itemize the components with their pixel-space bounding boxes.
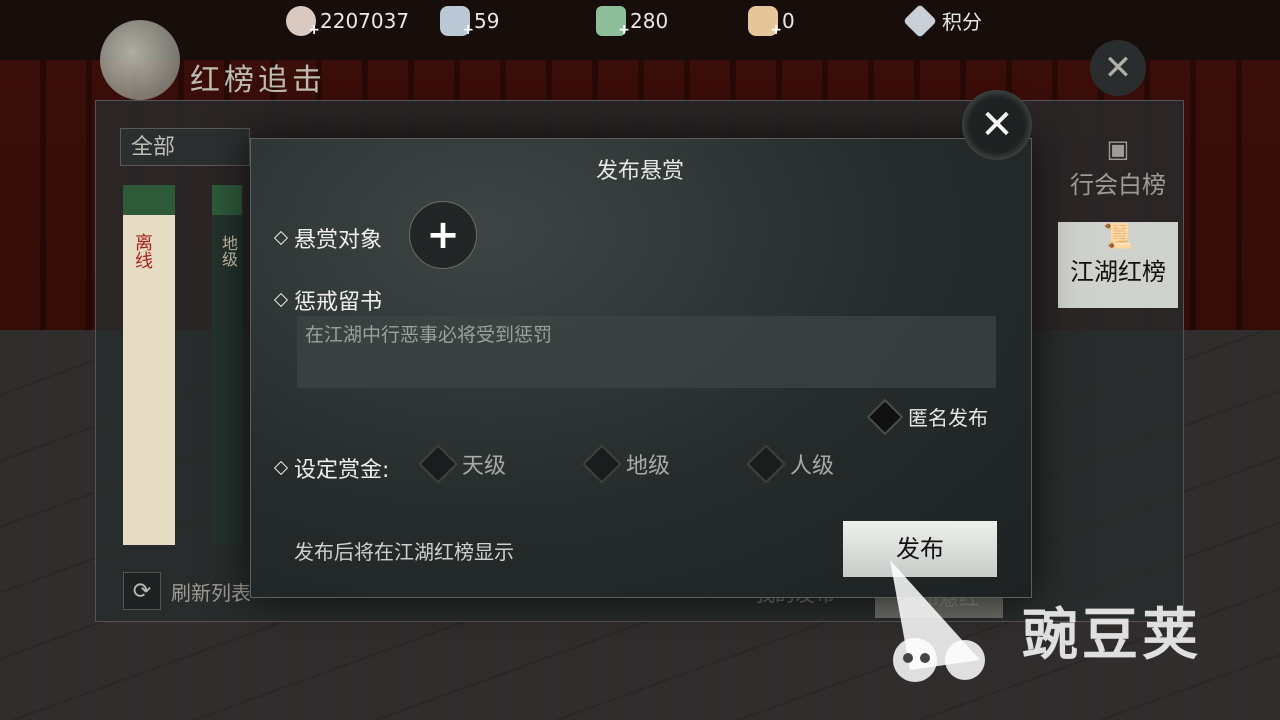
card-status-text: 离线 [132,233,153,269]
coin-icon: + [286,6,320,38]
scroll-icon: 📜 [1103,222,1133,250]
checkbox-icon [582,444,622,484]
checkbox-icon [746,444,786,484]
tier-option-human[interactable]: 人级 [746,444,835,484]
message-input[interactable] [297,316,996,388]
publish-note: 发布后将在江湖红榜显示 [294,540,514,564]
add-target-button[interactable]: + [409,201,477,269]
reward-label-row: 设定赏金: [273,452,390,484]
tab-guild-white-list[interactable]: ▣ 行会白榜 [1058,135,1178,221]
diamond-bullet-icon [273,230,289,246]
gold-ingot-icon: + [748,6,782,38]
reward-label: 设定赏金: [294,458,390,483]
anonymous-label: 匿名发布 [908,406,988,430]
gold-currency[interactable]: + 0 [748,6,795,38]
watermark-text: 豌豆荚 [1022,603,1202,668]
bounty-card[interactable]: 地级 [212,185,242,545]
silver-currency[interactable]: + 2207037 [286,6,410,38]
silver-ingot-icon: + [440,6,474,38]
silver-amount: 2207037 [320,9,410,33]
anonymous-checkbox[interactable]: 匿名发布 [866,398,988,435]
tab-jianghu-red-list[interactable]: 📜 江湖红榜 [1058,222,1178,308]
message-label: 惩戒留书 [294,290,383,315]
tab-label: 行会白榜 [1070,171,1166,199]
notice-board-icon: ▣ [1106,135,1130,163]
panel-close-icon[interactable]: ✕ [1090,40,1146,96]
points-label: 积分 [942,10,982,34]
jade-currency[interactable]: + 280 [596,6,669,38]
tab-label: 江湖红榜 [1070,258,1166,286]
diamond-bullet-icon [273,292,289,308]
panel-title: 红榜追击 [190,63,326,98]
tier-label: 天级 [462,454,507,479]
bounty-card[interactable]: 离线 [123,185,175,545]
refresh-icon: ⟳ [123,572,161,610]
tier-option-earth[interactable]: 地级 [582,444,671,484]
refresh-label: 刷新列表 [171,580,251,605]
tier-label: 地级 [626,454,671,479]
card-tier-text: 地级 [219,235,238,267]
diamond-bullet-icon [273,460,289,476]
message-label-row: 惩戒留书 [273,284,383,316]
refresh-list-button[interactable]: ⟳ 刷新列表 [123,572,251,610]
jade-ticket-icon: + [596,6,630,38]
target-label-row: 悬赏对象 [273,222,383,254]
target-label: 悬赏对象 [294,228,383,253]
checkbox-icon [866,398,904,435]
gold-amount: 0 [782,9,795,33]
filter-dropdown[interactable]: 全部 [120,128,250,166]
points-currency[interactable]: 积分 [903,3,982,38]
dialog-close-icon[interactable]: ✕ [962,90,1032,160]
dialog-title: 发布悬赏 [595,159,684,184]
ingot-amount: 59 [474,9,500,33]
currency-bar: + 2207037 + 59 + 280 + 0 积分 [0,0,1280,44]
tier-option-heaven[interactable]: 天级 [418,444,507,484]
jade-amount: 280 [630,9,669,33]
tier-label: 人级 [790,454,835,479]
checkbox-icon [418,444,458,484]
ingot-currency[interactable]: + 59 [440,6,500,38]
shield-points-icon [903,3,937,38]
